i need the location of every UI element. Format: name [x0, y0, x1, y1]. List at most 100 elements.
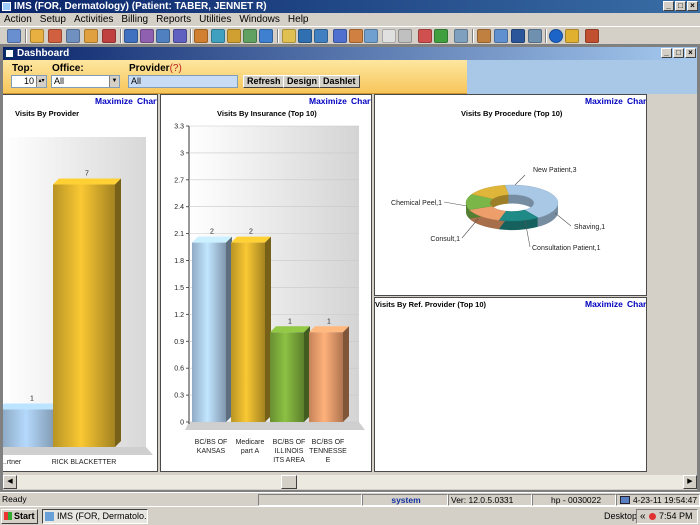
top-stepper[interactable]: 10 ▴▾	[11, 75, 47, 88]
bar	[270, 332, 304, 422]
flask-icon[interactable]	[140, 29, 154, 43]
dashboard-minimize-button[interactable]: _	[661, 48, 672, 58]
toolbar-separator	[120, 29, 122, 43]
procedure-donut-chart: New Patient,3 Shaving,1 Consultation Patie…	[391, 167, 605, 252]
taskbar-item-ims[interactable]: IMS (FOR, Dermatolo...	[42, 509, 148, 524]
app-icon	[45, 512, 54, 521]
network-icon[interactable]	[649, 513, 656, 520]
patient-icon[interactable]	[7, 29, 21, 43]
calendar-icon[interactable]	[66, 29, 80, 43]
toolbar-separator	[25, 29, 27, 43]
toolbar-separator	[190, 29, 192, 43]
graph-icon[interactable]	[434, 29, 448, 43]
person-group-icon[interactable]	[227, 29, 241, 43]
bar	[3, 409, 60, 447]
refresh-icon[interactable]	[211, 29, 225, 43]
arrow-icon[interactable]	[477, 29, 491, 43]
desktop-toolbar[interactable]: Desktop	[604, 511, 637, 521]
window-title-bar: IMS (FOR, Dermatology) (Patient: TABER, …	[0, 0, 700, 13]
panel-visits-by-ref-provider: Visits By Ref. Provider (Top 10) Maximiz…	[374, 297, 647, 472]
maximize-link[interactable]: Maximize	[585, 299, 623, 309]
notes-icon[interactable]	[298, 29, 312, 43]
office-value: All	[54, 76, 65, 86]
start-button[interactable]: Start	[1, 509, 38, 524]
menu-utilities[interactable]: Utilities	[195, 13, 235, 26]
minimize-button[interactable]: _	[663, 1, 674, 11]
clock: 7:54 PM	[659, 511, 693, 521]
close-button[interactable]: ×	[687, 1, 698, 11]
data-label: 7	[85, 171, 89, 178]
stepper-arrows-icon[interactable]: ▴▾	[36, 76, 46, 87]
leader-line	[554, 212, 572, 227]
horizontal-scrollbar[interactable]: ◀ ▶	[3, 475, 697, 489]
category-label: Medicare	[236, 439, 265, 446]
mail-icon[interactable]	[364, 29, 378, 43]
toolbar-separator	[277, 29, 279, 43]
menu-action[interactable]: Action	[0, 13, 36, 26]
design-button[interactable]: Design	[283, 75, 322, 88]
maximize-button[interactable]: □	[675, 1, 686, 11]
form-icon[interactable]	[156, 29, 170, 43]
list-icon[interactable]	[173, 29, 187, 43]
send-icon[interactable]	[333, 29, 347, 43]
y-tick-label: 3.3	[174, 124, 184, 131]
maximize-link[interactable]: Maximize	[309, 96, 347, 106]
menu-setup[interactable]: Setup	[36, 13, 70, 26]
office-select[interactable]: All ▼	[51, 75, 120, 88]
menu-activities[interactable]: Activities	[70, 13, 117, 26]
category-label: TENNESSE	[309, 448, 347, 455]
category-label: part A	[241, 448, 260, 455]
refresh-button[interactable]: Refresh	[243, 75, 285, 88]
scroll-left-icon[interactable]: ◀	[3, 475, 17, 489]
provider-hint[interactable]: (?)	[170, 63, 182, 74]
menu-reports[interactable]: Reports	[152, 13, 195, 26]
dashboard-close-button[interactable]: ×	[685, 48, 696, 58]
slice-label: Shaving,1	[574, 224, 605, 231]
transfer-icon[interactable]	[259, 29, 273, 43]
dashlet-button[interactable]: Dashlet	[319, 75, 360, 88]
scroll-right-icon[interactable]: ▶	[683, 475, 697, 489]
scroll-thumb[interactable]	[281, 475, 297, 489]
chart-link[interactable]: Chart	[351, 96, 371, 106]
message-icon[interactable]	[314, 29, 328, 43]
exit-icon[interactable]	[585, 29, 599, 43]
document-icon[interactable]	[124, 29, 138, 43]
export-icon[interactable]	[528, 29, 542, 43]
page-icon[interactable]	[382, 29, 396, 43]
lock-icon[interactable]	[565, 29, 579, 43]
chevron-left-icon[interactable]: «	[640, 510, 646, 523]
word-icon[interactable]	[511, 29, 525, 43]
help-icon[interactable]	[549, 29, 563, 43]
user-icon[interactable]	[30, 29, 44, 43]
provider-field[interactable]: All	[128, 75, 238, 88]
menu-windows[interactable]: Windows	[235, 13, 284, 26]
category-label: ...rtner	[3, 459, 22, 466]
chart-icon[interactable]	[102, 29, 116, 43]
slice-label: New Patient,3	[533, 167, 577, 174]
data-label: 2	[249, 229, 253, 236]
category-label: ITS AREA	[273, 457, 305, 464]
chart-link[interactable]: Chart	[627, 299, 646, 309]
copy-icon[interactable]	[494, 29, 508, 43]
app-icon	[2, 2, 11, 11]
dashboard-maximize-button[interactable]: □	[673, 48, 684, 58]
chevron-down-icon[interactable]: ▼	[109, 76, 119, 87]
menu-help[interactable]: Help	[284, 13, 313, 26]
chart-link[interactable]: Chart	[137, 96, 157, 106]
y-tick-label: 2.4	[174, 204, 184, 211]
gear-arrows-icon[interactable]	[243, 29, 257, 43]
menu-billing[interactable]: Billing	[117, 13, 152, 26]
pin-icon[interactable]	[349, 29, 363, 43]
maximize-link[interactable]: Maximize	[95, 96, 133, 106]
folder-icon[interactable]	[48, 29, 62, 43]
slice-label: Consultation Patient,1	[532, 245, 601, 252]
building-icon[interactable]	[418, 29, 432, 43]
clipboard-icon[interactable]	[398, 29, 412, 43]
grid-icon[interactable]	[454, 29, 468, 43]
filter-bar-filler	[466, 60, 697, 94]
dashboard-title: Dashboard	[17, 48, 70, 59]
schedule-icon[interactable]	[84, 29, 98, 43]
card-icon[interactable]	[282, 29, 296, 43]
gear-icon[interactable]	[194, 29, 208, 43]
bar	[53, 184, 115, 447]
